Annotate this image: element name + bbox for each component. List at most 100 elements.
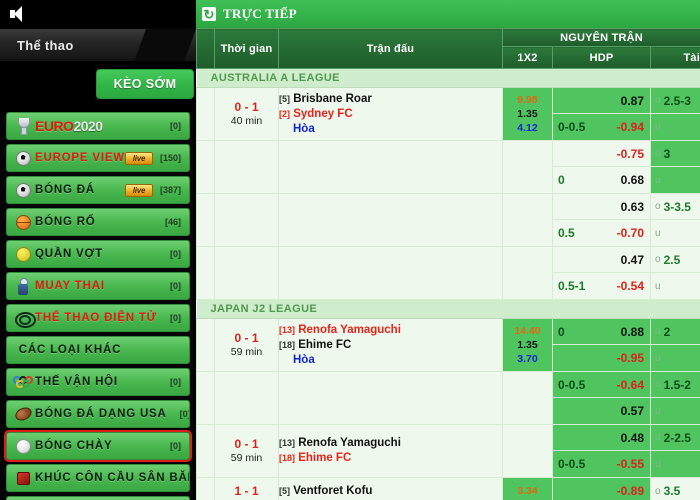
- sidebar-item-6[interactable]: THỂ THAO ĐIỆN TỬ [0]: [6, 304, 190, 332]
- tai-row[interactable]: u: [651, 273, 700, 299]
- away-team[interactable]: [18] Ehime FC: [279, 338, 502, 353]
- pin-cell[interactable]: [196, 318, 215, 372]
- pin-cell[interactable]: [196, 193, 215, 247]
- live-badge-text: live: [132, 153, 146, 163]
- hdp-handicap-line: 0-0.5: [558, 120, 586, 134]
- pin-cell[interactable]: [196, 87, 215, 141]
- odd-1x2-home[interactable]: 9.98: [503, 93, 552, 107]
- tai-row[interactable]: u: [651, 167, 700, 193]
- refresh-icon[interactable]: [202, 7, 216, 21]
- tai-row[interactable]: u: [651, 451, 700, 477]
- hdp-odd-value: -0.70: [616, 226, 644, 240]
- hdp-row[interactable]: -0.95: [553, 345, 650, 371]
- match-row[interactable]: -0.75 0 0.68 o 3 u: [196, 140, 700, 194]
- sidebar-item-1[interactable]: EUROPE VIEW live [150]: [6, 144, 190, 172]
- match-row[interactable]: 0-0.5 -0.64 0.57 o 1.5-2 u: [196, 371, 700, 425]
- away-team[interactable]: [18] Ehime FC: [279, 451, 502, 466]
- pin-cell[interactable]: [196, 140, 215, 194]
- hdp-row[interactable]: 0.63: [553, 194, 650, 220]
- odd-1x2-draw[interactable]: 3.70: [503, 352, 552, 366]
- tai-row[interactable]: o 3.5: [651, 478, 700, 500]
- odd-1x2-home[interactable]: 3.34: [503, 484, 552, 498]
- hdp-row[interactable]: 0 0.88: [553, 319, 650, 345]
- match-time-cell: [214, 193, 279, 247]
- hdp-row[interactable]: 0-0.5 -0.94: [553, 114, 650, 140]
- tai-row[interactable]: o 3-3.5: [651, 194, 700, 220]
- sidebar-item-0[interactable]: EURO 2020 [0]: [6, 112, 190, 140]
- hdp-row[interactable]: -0.89: [553, 478, 650, 500]
- match-row[interactable]: 1 - 1 [5] Ventforet Kofu 3.34 -0.89 o 3.5: [196, 477, 700, 500]
- tai-row[interactable]: u: [651, 114, 700, 140]
- odds-hdp-cell: -0.89: [552, 477, 651, 500]
- tai-row[interactable]: o 1.5-2: [651, 372, 700, 398]
- sidebar-item-7[interactable]: CÁC LOẠI KHÁC: [6, 336, 190, 364]
- hdp-row[interactable]: 0.47: [553, 247, 650, 273]
- sidebar-item-10[interactable]: BÓNG CHÀY [0]: [4, 430, 192, 462]
- match-teams-cell: [13] Renofa Yamaguchi [18] Ehime FC Hòa: [278, 318, 503, 372]
- draw-label[interactable]: Hòa: [279, 353, 502, 368]
- hdp-row[interactable]: -0.75: [553, 141, 650, 167]
- tai-row[interactable]: o 2.5-3: [651, 88, 700, 114]
- esports-icon: [11, 305, 36, 331]
- sidebar-item-2[interactable]: BÓNG ĐÁ live [387]: [6, 176, 190, 204]
- odd-1x2-home[interactable]: 14.40: [503, 324, 552, 338]
- hdp-odd-value: 0.88: [620, 324, 644, 339]
- tai-row[interactable]: o3: [651, 141, 700, 167]
- away-team[interactable]: [2] Sydney FC: [279, 107, 502, 122]
- sidebar-item-label: EUROPE VIEW: [35, 152, 125, 164]
- hdp-row[interactable]: 0-0.5 -0.55: [553, 451, 650, 477]
- sidebar-item-11[interactable]: KHÚC CÔN CẦU SÂN BĂNG[0]: [6, 464, 190, 492]
- sidebar-item-5[interactable]: MUAY THAI [0]: [6, 272, 190, 300]
- tai-row[interactable]: o2: [651, 319, 700, 345]
- match-row[interactable]: 0 - 1 59 min [13] Renofa Yamaguchi [18] Ehi…: [196, 318, 700, 372]
- sidebar-item-count: [387]: [159, 185, 181, 195]
- draw-label[interactable]: Hòa: [279, 122, 502, 137]
- american-football-icon: [11, 401, 35, 427]
- match-row[interactable]: 0 - 1 40 min [5] Brisbane Roar [2] Sydney F…: [196, 87, 700, 141]
- match-row[interactable]: 0.47 0.5-1 -0.54 o 2.5 u: [196, 246, 700, 300]
- sidebar-item-12[interactable]: BI-DA/SNOOKER[0]: [6, 496, 190, 500]
- home-team[interactable]: [13] Renofa Yamaguchi: [279, 436, 502, 451]
- match-row[interactable]: 0.63 0.5 -0.70 o 3-3.5 u: [196, 193, 700, 247]
- hdp-row[interactable]: 0.87: [553, 88, 650, 114]
- tai-row[interactable]: u: [651, 345, 700, 371]
- match-minute: 59 min: [230, 452, 263, 464]
- hdp-row[interactable]: 0.5-1 -0.54: [553, 273, 650, 299]
- hdp-row[interactable]: 0.57: [553, 398, 650, 424]
- over-under-prefix: o: [655, 201, 661, 212]
- app-root: Thể thao KÈO SỚM EURO 2020 [0] EUROPE VIEW l…: [0, 0, 700, 500]
- hdp-row[interactable]: 0-0.5 -0.64: [553, 372, 650, 398]
- home-team[interactable]: [13] Renofa Yamaguchi: [279, 323, 502, 338]
- hdp-row[interactable]: 0.48: [553, 425, 650, 451]
- tai-row[interactable]: u: [651, 398, 700, 424]
- odd-1x2-away[interactable]: 1.35: [503, 107, 552, 121]
- odd-1x2-draw[interactable]: 4.12: [503, 121, 552, 135]
- tai-value: 1.5-2: [663, 377, 691, 392]
- sidebar-item-8[interactable]: THẾ VẬN HỘI [0]: [6, 368, 190, 396]
- pin-cell[interactable]: [196, 246, 215, 300]
- sidebar-nav-list: EURO 2020 [0] EUROPE VIEW live [150] BÓNG ĐÁ li…: [0, 112, 196, 500]
- home-team[interactable]: [5] Ventforet Kofu: [279, 484, 502, 499]
- hdp-odd-value: 0.48: [620, 430, 644, 445]
- odds-hdp-cell: 0.47 0.5-1 -0.54: [552, 246, 651, 300]
- hdp-odd-value: 0.57: [620, 404, 644, 418]
- tai-row[interactable]: u: [651, 220, 700, 246]
- pin-cell[interactable]: [196, 371, 215, 425]
- hdp-row[interactable]: 0.5 -0.70: [553, 220, 650, 246]
- pin-cell[interactable]: [196, 477, 215, 500]
- sidebar-item-3[interactable]: BÓNG RỔ [46]: [6, 208, 190, 236]
- sidebar-item-9[interactable]: BÓNG ĐÁ DẠNG USA [0]: [6, 400, 190, 428]
- home-team[interactable]: [5] Brisbane Roar: [279, 92, 502, 107]
- tai-row[interactable]: o 2.5: [651, 247, 700, 273]
- tai-row[interactable]: o 2-2.5: [651, 425, 700, 451]
- odds-hdp-cell: -0.75 0 0.68: [552, 140, 651, 194]
- match-row[interactable]: 0 - 1 59 min [13] Renofa Yamaguchi [18] Ehi…: [196, 424, 700, 478]
- tai-value: 3: [663, 146, 671, 161]
- pin-cell[interactable]: [196, 424, 215, 478]
- match-time-cell: 1 - 1: [214, 477, 279, 500]
- early-odds-button[interactable]: KÈO SỚM: [96, 69, 194, 99]
- odd-1x2-away[interactable]: 1.35: [503, 338, 552, 352]
- speaker-icon[interactable]: [10, 6, 28, 22]
- hdp-row[interactable]: 0 0.68: [553, 167, 650, 193]
- sidebar-item-4[interactable]: QUẦN VỢT [0]: [6, 240, 190, 268]
